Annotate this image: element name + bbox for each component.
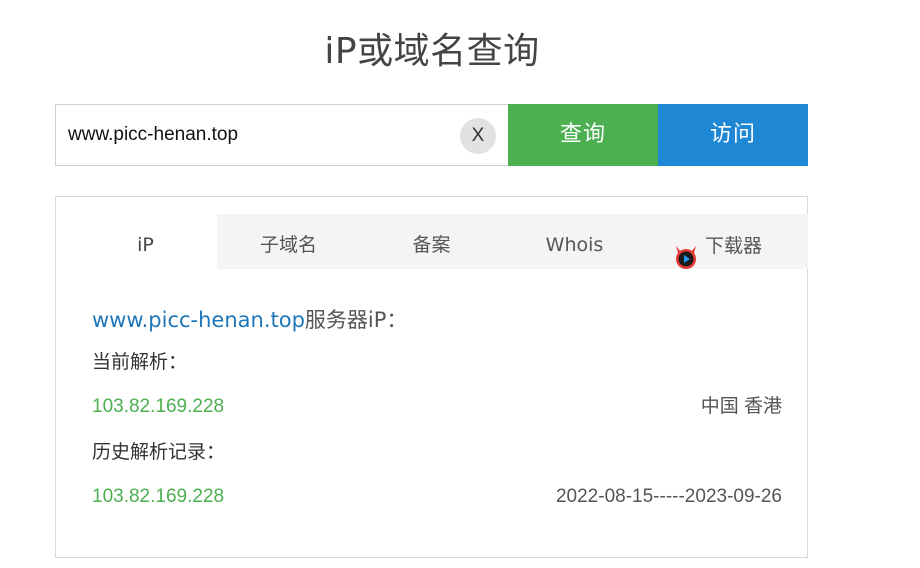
search-bar: X 查询 访问 <box>55 104 808 166</box>
current-ip[interactable]: 103.82.169.228 <box>92 392 224 422</box>
tab-subdomain[interactable]: 子域名 <box>217 214 360 269</box>
history-ip[interactable]: 103.82.169.228 <box>92 482 224 512</box>
history-date-range: 2022-08-15-----2023-09-26 <box>555 486 782 507</box>
current-ip-row: 103.82.169.228 中国 香港 <box>92 392 782 422</box>
current-resolution-label: 当前解析： <box>92 351 188 373</box>
search-input-wrap: X <box>55 104 508 166</box>
server-ip-title: www.picc-henan.top服务器iP： <box>92 302 782 338</box>
history-resolution-label: 历史解析记录： <box>92 441 226 463</box>
query-button[interactable]: 查询 <box>508 104 658 166</box>
result-panel: iP 子域名 备案 Whois 下载器 www.picc-henan.top服务… <box>55 196 808 558</box>
tab-ip[interactable]: iP <box>74 214 217 269</box>
clear-button[interactable]: X <box>460 118 496 154</box>
domain-link[interactable]: www.picc-henan.top <box>92 308 305 332</box>
tab-whois[interactable]: Whois <box>503 214 646 269</box>
tab-downloader-label: 下载器 <box>704 234 762 257</box>
devil-play-icon <box>673 233 699 269</box>
tab-bar: iP 子域名 备案 Whois 下载器 <box>74 214 808 269</box>
search-input[interactable] <box>56 105 508 165</box>
history-ip-row: 103.82.169.228 2022-08-15-----2023-09-26 <box>92 482 782 512</box>
tab-downloader[interactable]: 下载器 <box>646 214 789 269</box>
current-ip-location: 中国 香港 <box>700 396 782 417</box>
tab-icp[interactable]: 备案 <box>360 214 503 269</box>
visit-button[interactable]: 访问 <box>658 104 808 166</box>
result-body: www.picc-henan.top服务器iP： 当前解析： 103.82.16… <box>92 302 782 512</box>
server-ip-suffix: 服务器iP： <box>304 308 408 332</box>
page-title: iP或域名查询 <box>324 31 540 72</box>
